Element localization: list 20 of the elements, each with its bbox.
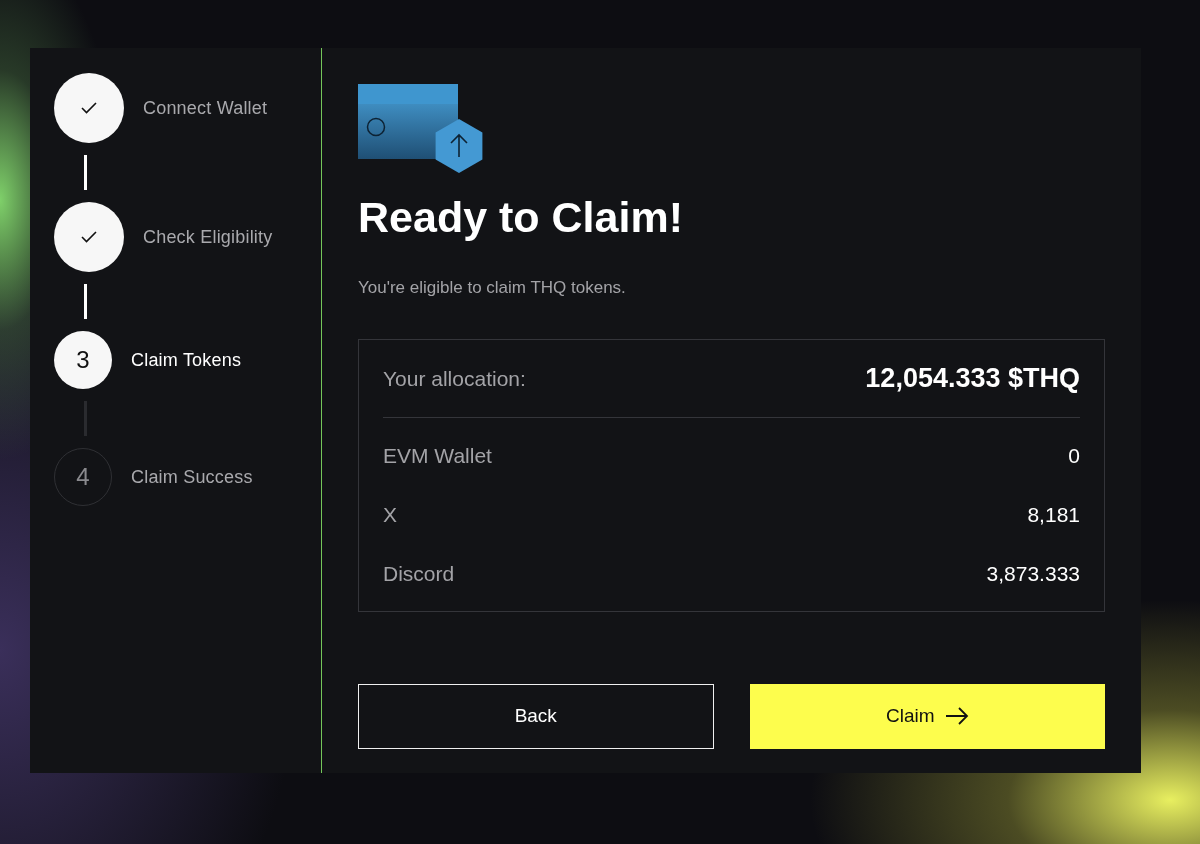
- step-label[interactable]: Connect Wallet: [143, 94, 268, 122]
- check-icon: [81, 231, 97, 243]
- allocation-value: 12,054.333 $THQ: [865, 362, 1080, 396]
- source-value: 8,181: [1027, 501, 1080, 528]
- step-label[interactable]: Claim Tokens: [131, 346, 242, 374]
- source-label: X: [383, 501, 397, 528]
- allocation-label: Your allocation:: [383, 365, 526, 392]
- source-value: 3,873.333: [986, 560, 1080, 587]
- step-indicator: 3: [54, 331, 112, 389]
- claim-button[interactable]: Claim: [749, 683, 1105, 749]
- back-button[interactable]: Back: [358, 683, 714, 749]
- source-value: 0: [1068, 442, 1080, 469]
- source-label: EVM Wallet: [383, 442, 492, 469]
- step-label[interactable]: Claim Success: [131, 463, 253, 491]
- page-heading: Ready to Claim!: [358, 194, 684, 242]
- check-icon: [81, 102, 97, 114]
- subtitle-text: You're eligible to claim THQ tokens.: [358, 277, 627, 300]
- source-label: Discord: [383, 560, 455, 587]
- arrow-right-icon: [944, 707, 969, 726]
- step-label[interactable]: Check Eligibility: [143, 223, 273, 251]
